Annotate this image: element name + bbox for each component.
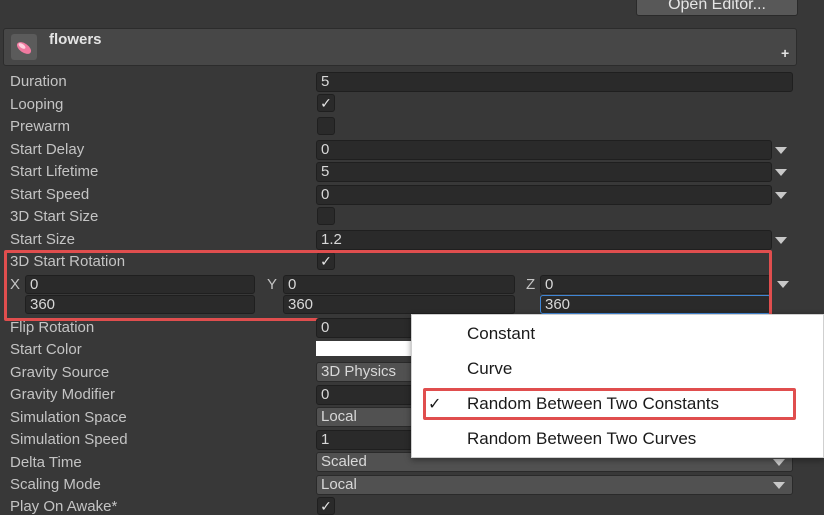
start-speed-label: Start Speed [10,186,90,203]
gravity-source-value: 3D Physics [321,363,397,380]
add-icon[interactable]: + [781,45,789,61]
start-delay-label: Start Delay [10,141,85,158]
start-rotation-mode-arrow-icon[interactable] [777,281,789,288]
module-title: flowers [49,31,102,48]
delta-time-value: Scaled [321,453,367,470]
start-size-field[interactable]: 1.2 [316,230,772,250]
start-color-swatch[interactable] [316,341,412,356]
start-delay-mode-arrow-icon[interactable] [775,147,787,154]
looping-label: Looping [10,96,64,113]
start-lifetime-mode-arrow-icon[interactable] [775,169,787,176]
play-on-awake-checkbox[interactable]: ✓ [317,497,335,515]
menu-item-curve[interactable]: Curve [467,359,512,379]
start-lifetime-label: Start Lifetime [10,163,99,180]
start-color-label: Start Color [10,341,82,358]
play-on-awake-label: Play On Awake* [10,498,118,515]
start-speed-mode-arrow-icon[interactable] [775,192,787,199]
start-lifetime-field[interactable]: 5 [316,162,772,182]
menu-item-constant[interactable]: Constant [467,324,535,344]
simulation-space-value: Local [321,408,357,425]
menu-highlight-box [423,388,796,420]
scaling-mode-dropdown[interactable]: Local [316,475,793,495]
scaling-mode-label: Scaling Mode [10,476,101,493]
simulation-space-label: Simulation Space [10,409,127,426]
start-size-mode-arrow-icon[interactable] [775,237,787,244]
delta-time-arrow-icon [773,459,785,466]
start-speed-field[interactable]: 0 [316,185,772,205]
duration-field[interactable]: 5 [316,72,793,92]
duration-label: Duration [10,73,67,90]
start-size-3d-label: 3D Start Size [10,208,99,225]
delta-time-label: Delta Time [10,454,82,471]
particle-system-icon [11,34,37,60]
flip-rotation-field[interactable]: 0 [316,318,416,338]
menu-item-random-between-two-curves[interactable]: Random Between Two Curves [467,429,696,449]
flip-rotation-label: Flip Rotation [10,319,95,336]
gravity-source-label: Gravity Source [10,364,110,381]
start-delay-field[interactable]: 0 [316,140,772,160]
open-editor-button[interactable]: Open Editor... [636,0,798,16]
scaling-mode-arrow-icon [773,482,785,489]
curve-mode-popup-menu: Constant Curve ✓ Random Between Two Cons… [411,314,824,458]
module-header[interactable] [3,28,797,66]
simulation-speed-label: Simulation Speed [10,431,128,448]
rotation-highlight-box [4,250,772,321]
gravity-modifier-label: Gravity Modifier [10,386,116,403]
looping-checkbox[interactable]: ✓ [317,94,335,112]
start-size-label: Start Size [10,231,76,248]
start-size-3d-checkbox[interactable] [317,207,335,225]
prewarm-label: Prewarm [10,118,71,135]
scaling-mode-value: Local [321,476,357,493]
prewarm-checkbox[interactable] [317,117,335,135]
